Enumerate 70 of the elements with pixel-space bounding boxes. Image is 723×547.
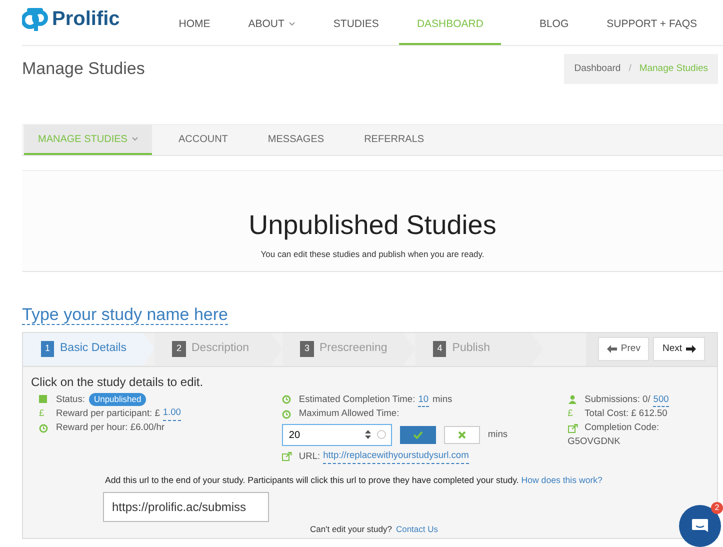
breadcrumb-link[interactable]: Dashboard — [574, 62, 621, 76]
wizard-step[interactable]: 2 Description — [154, 332, 282, 366]
editable-value[interactable]: 1.00 — [162, 406, 181, 422]
page-subheading: You can edit these studies and publish when you are ready. — [22, 248, 723, 272]
user-icon — [568, 395, 577, 404]
clock-icon — [282, 395, 291, 404]
step-number: 3 — [300, 341, 314, 357]
nav-tab[interactable]: ACCOUNT — [164, 125, 242, 156]
nav-link[interactable]: STUDIES — [333, 17, 379, 45]
step-number: 2 — [172, 341, 186, 357]
step-number: 4 — [433, 341, 446, 357]
pager-button[interactable]: Prev — [598, 336, 650, 362]
study-name-field[interactable]: Type your study name here — [22, 304, 228, 324]
notification-badge: 2 — [711, 502, 723, 514]
brand-name: Prolific — [52, 7, 120, 32]
breadcrumb-separator: / — [628, 62, 632, 76]
chat-button[interactable]: 2 — [679, 505, 721, 547]
unit-label: mins — [488, 428, 508, 442]
confirm-button[interactable] — [400, 426, 436, 444]
cancel-button[interactable] — [444, 426, 480, 444]
detail-label: Total Cost: £ 612.50 — [584, 407, 668, 420]
detail-label: Reward per participant: £ — [56, 406, 160, 420]
arrow-right-icon — [686, 345, 696, 353]
footer-text: Can't edit your study? — [310, 524, 392, 534]
contact-link[interactable]: Contact Us — [396, 524, 438, 534]
arrow-left-icon — [606, 345, 617, 353]
logo-icon — [22, 7, 48, 31]
nav-link[interactable]: HOME — [178, 17, 210, 45]
detail-label: Reward per hour: £6.00/hr — [56, 421, 165, 434]
wizard-step[interactable]: 3 Prescreening — [282, 332, 416, 366]
status-square-icon — [39, 394, 48, 404]
nav-tab[interactable]: MESSAGES — [254, 125, 338, 156]
status-badge: Unpublished — [88, 393, 146, 406]
nav-link[interactable]: BLOG — [539, 17, 569, 45]
detail-label: Maximum Allowed Time: — [298, 407, 400, 420]
step-number: 1 — [41, 341, 54, 357]
nav-link[interactable]: ABOUT — [248, 17, 296, 45]
completion-instructions: Add this url to the end of your study. Participants will click this url to prove they have completed your study. — [105, 475, 520, 486]
editable-value[interactable]: http://replacewithyourstudysurl.com — [323, 449, 469, 464]
external-link-icon — [568, 424, 578, 433]
pager-button[interactable]: Next — [653, 336, 705, 362]
wizard-step[interactable]: 4 Publish — [415, 332, 544, 366]
clock-icon — [39, 424, 48, 433]
external-link-icon — [282, 452, 292, 462]
close-icon — [458, 431, 466, 440]
detail-label: Submissions: 0/ — [584, 393, 650, 406]
number-input[interactable]: 20 — [282, 424, 392, 446]
check-icon — [412, 431, 423, 440]
clear-icon — [376, 430, 386, 440]
page-heading: Unpublished Studies — [248, 209, 498, 242]
detail-label: Estimated Completion Time: — [298, 393, 416, 406]
help-link[interactable]: How does this work? — [521, 475, 602, 486]
detail-label: Status: — [56, 392, 85, 406]
spinner-icon — [364, 430, 371, 440]
page-title: Manage Studies — [22, 58, 145, 80]
editable-value[interactable]: 500 — [653, 392, 669, 408]
detail-label: URL: — [298, 450, 320, 463]
pound-icon: £ — [568, 407, 578, 422]
instructions-text: Click on the study details to edit. — [31, 374, 204, 390]
editable-value[interactable]: 10 — [418, 392, 429, 408]
unit-label: mins — [432, 393, 452, 406]
chat-icon — [691, 518, 709, 534]
completion-code: G5OVGDNK — [568, 435, 622, 448]
url-field[interactable]: https://prolific.ac/submiss — [103, 492, 269, 522]
wizard-step[interactable]: 1 Basic Details — [23, 332, 154, 366]
detail-label: Completion Code: — [584, 421, 660, 434]
nav-link[interactable]: SUPPORT + FAQS — [606, 17, 697, 45]
clock-icon — [282, 410, 291, 419]
pound-icon: £ — [39, 406, 49, 421]
nav-tab[interactable]: REFERRALS — [350, 125, 438, 156]
